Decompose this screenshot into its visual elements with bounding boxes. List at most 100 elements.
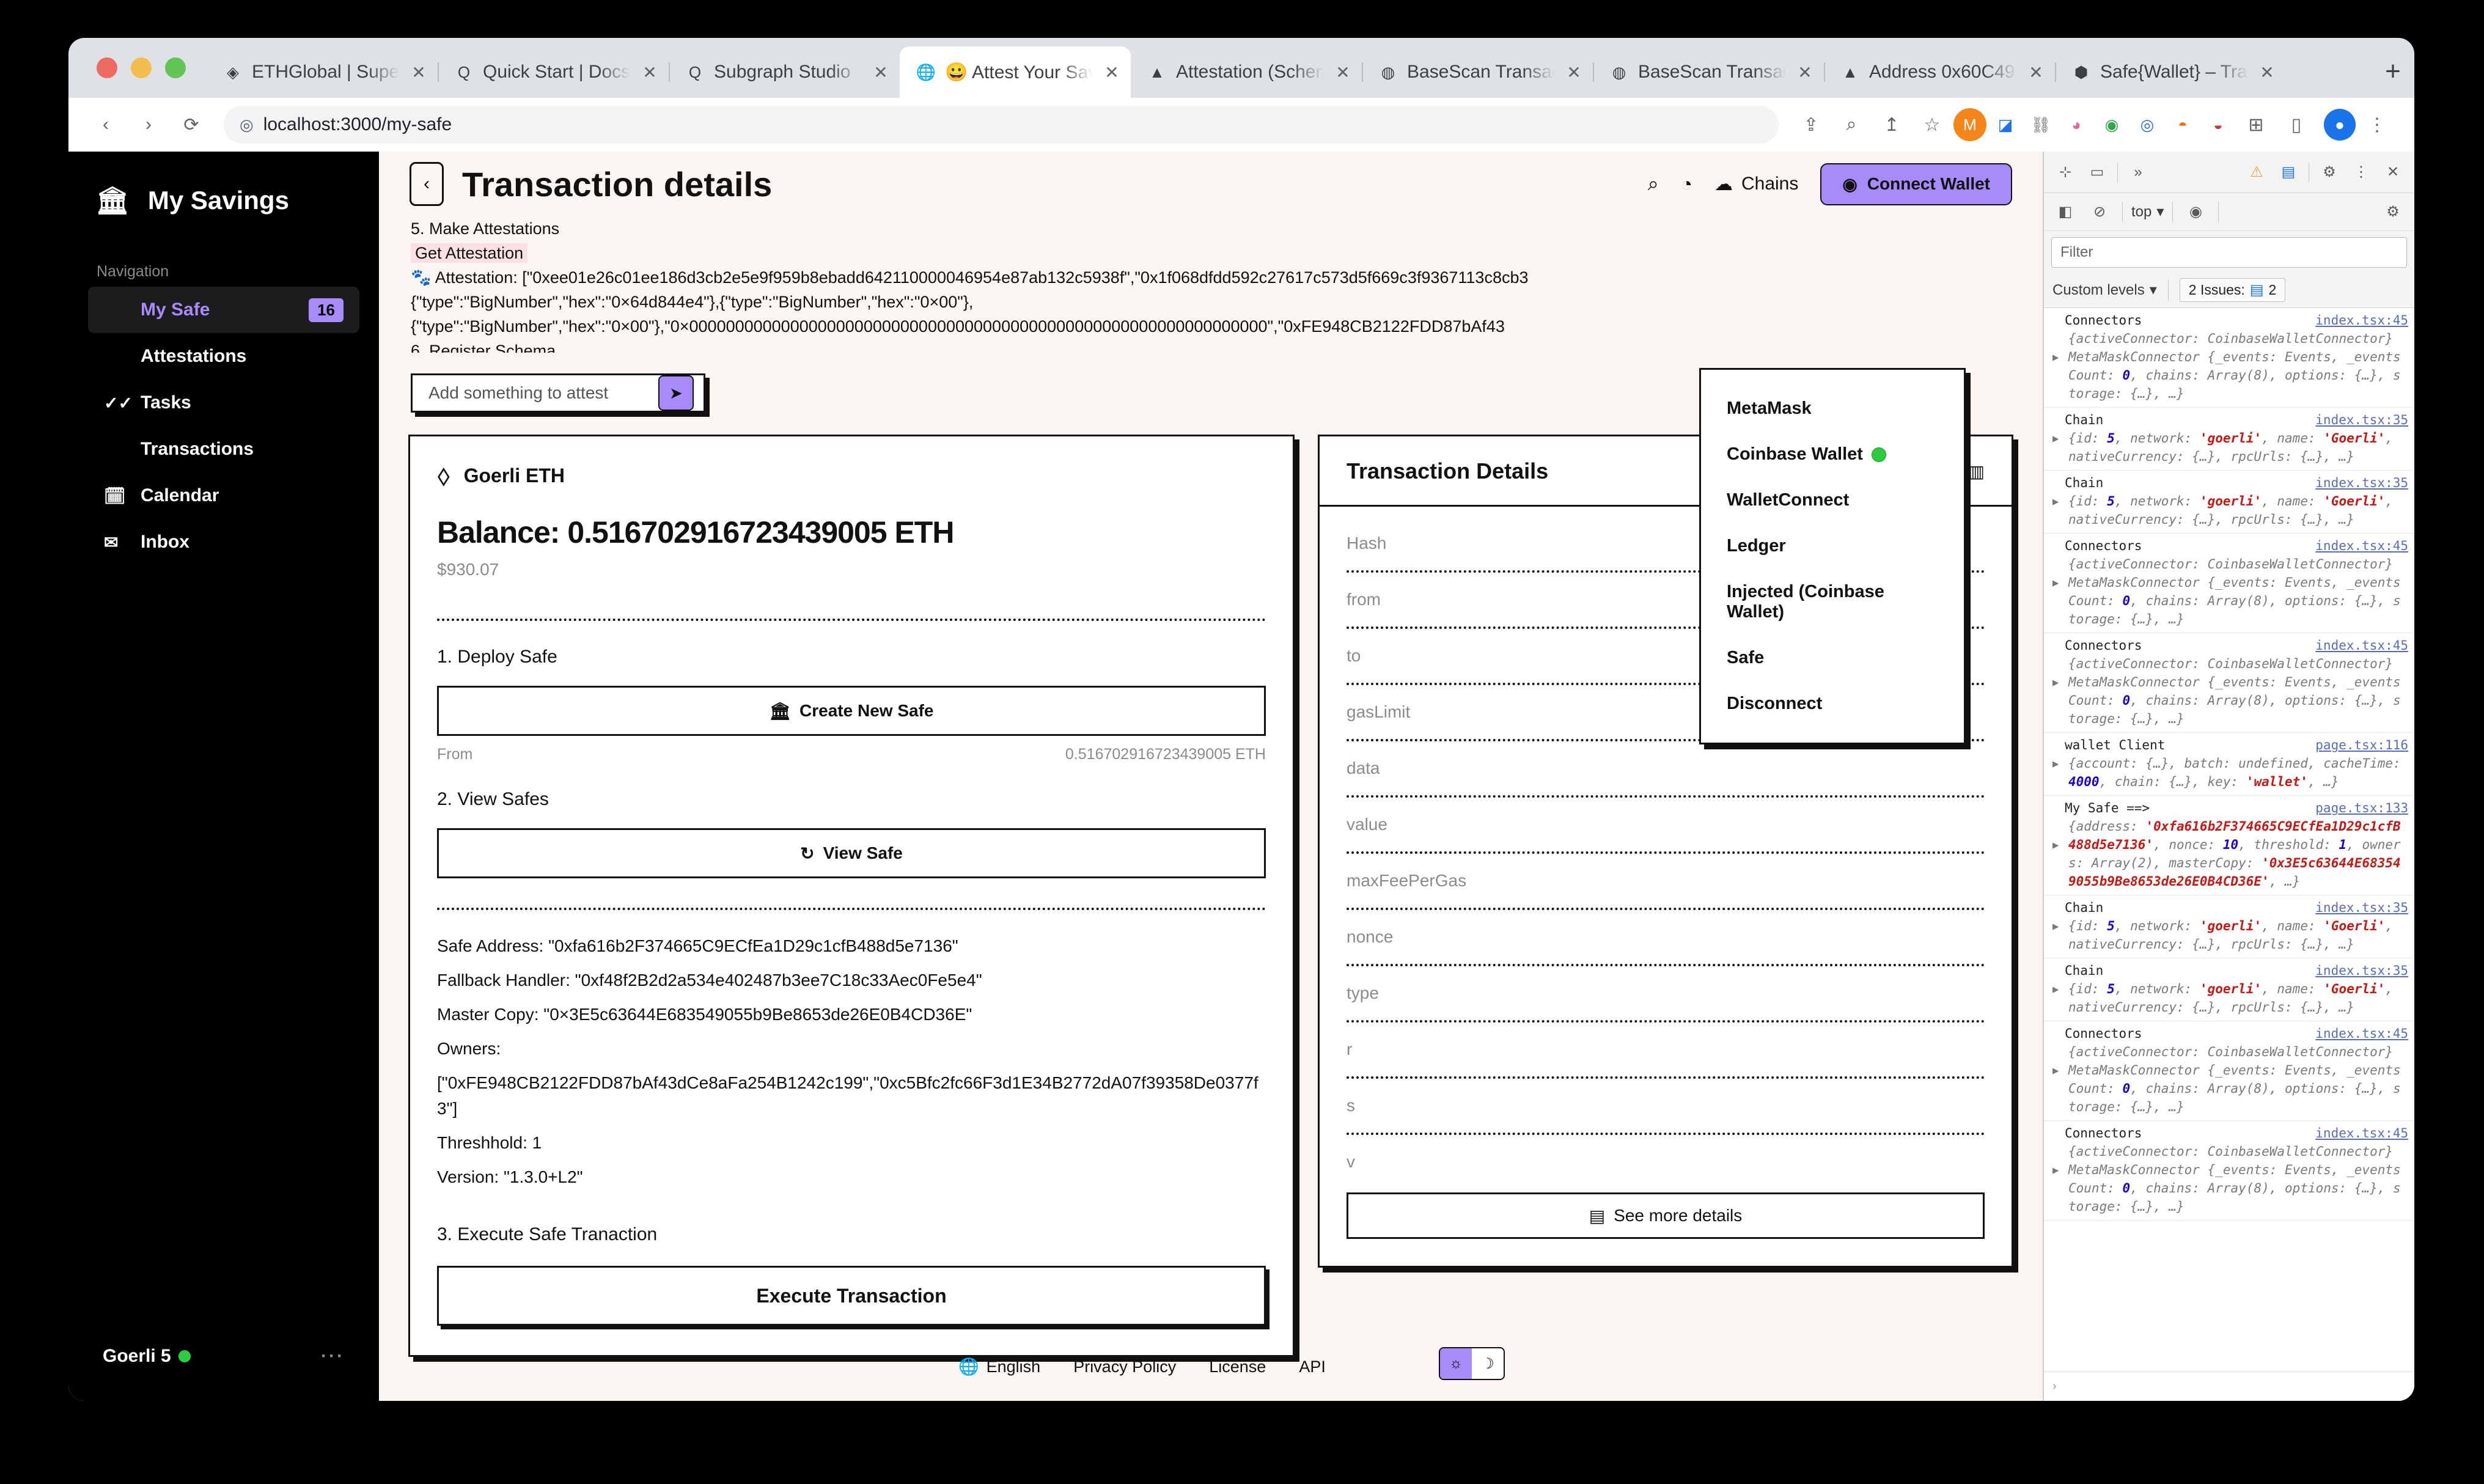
tab-close-icon[interactable]: ✕ bbox=[1795, 62, 1815, 83]
back-icon[interactable]: ‹ bbox=[87, 106, 125, 144]
new-tab-button[interactable]: + bbox=[2372, 50, 2414, 93]
extension-orange-icon[interactable]: ◓ bbox=[2166, 108, 2199, 141]
log-source-link[interactable]: index.tsx:35 bbox=[2315, 898, 2408, 917]
view-safe-button[interactable]: ↻ View Safe bbox=[437, 828, 1266, 878]
expand-arrow-icon[interactable]: ▶ bbox=[2052, 755, 2059, 773]
warning-icon[interactable]: ⚠ bbox=[2243, 158, 2271, 186]
console-log-entry[interactable]: ▶ Chain index.tsx:35 {id: 5, network: 'goer… bbox=[2044, 958, 2414, 1021]
tab-close-icon[interactable]: ✕ bbox=[2257, 62, 2277, 83]
wallet-option-injected-coinbase-wallet[interactable]: Injected (Coinbase Wallet) bbox=[1701, 569, 1964, 635]
extension-green-icon[interactable]: ◉ bbox=[2095, 108, 2128, 141]
expand-arrow-icon[interactable]: ▶ bbox=[2052, 493, 2059, 511]
issues-icon[interactable]: ▤ bbox=[2274, 158, 2302, 186]
inspect-element-icon[interactable]: ⊹ bbox=[2051, 158, 2079, 186]
create-new-safe-button[interactable]: 🏛 Create New Safe bbox=[437, 686, 1266, 736]
log-source-link[interactable]: index.tsx:45 bbox=[2315, 311, 2408, 329]
wallet-option-safe[interactable]: Safe bbox=[1701, 635, 1964, 681]
console-log-entry[interactable]: ▶ Connectors index.tsx:45 {activeConnector:… bbox=[2044, 633, 2414, 733]
bookmark-star-icon[interactable]: ☆ bbox=[1913, 106, 1951, 144]
tab-close-icon[interactable]: ✕ bbox=[639, 62, 660, 83]
issues-badge[interactable]: 2 Issues: ▤ 2 bbox=[2179, 278, 2286, 302]
close-window-button[interactable] bbox=[97, 57, 117, 78]
site-info-icon[interactable]: ◎ bbox=[240, 116, 254, 134]
attest-input[interactable] bbox=[428, 383, 658, 403]
extension-metamask-icon[interactable]: M bbox=[1953, 108, 1986, 141]
console-log-entry[interactable]: ▶ Connectors index.tsx:45 {activeConnector:… bbox=[2044, 534, 2414, 633]
log-source-link[interactable]: page.tsx:133 bbox=[2315, 799, 2408, 817]
share-icon[interactable]: ⇪ bbox=[1792, 106, 1830, 144]
sidebar-item-transactions[interactable]: Transactions bbox=[88, 426, 359, 472]
close-icon[interactable]: ✕ bbox=[2379, 158, 2407, 186]
wallet-option-metamask[interactable]: MetaMask bbox=[1701, 386, 1964, 432]
tab-close-icon[interactable]: ✕ bbox=[2026, 62, 2046, 83]
console-log-list[interactable]: ▶ Connectors index.tsx:45 {activeConnector:… bbox=[2044, 308, 2414, 1372]
log-source-link[interactable]: index.tsx:35 bbox=[2315, 474, 2408, 492]
execution-context-select[interactable]: top ▾ bbox=[2131, 203, 2164, 221]
browser-tab[interactable]: ◍ BaseScan Transaction ✕ bbox=[1362, 46, 1593, 98]
expand-arrow-icon[interactable]: ▶ bbox=[2052, 430, 2059, 448]
gear-icon[interactable]: ⚙ bbox=[2315, 158, 2343, 186]
connect-wallet-button[interactable]: ◉ Connect Wallet bbox=[1820, 163, 2012, 205]
expand-arrow-icon[interactable]: ▶ bbox=[2052, 1062, 2059, 1080]
reload-icon[interactable]: ⟳ bbox=[172, 106, 210, 144]
tab-close-icon[interactable]: ✕ bbox=[1332, 62, 1353, 83]
browser-tab[interactable]: Q Quick Start | Docs | The ✕ bbox=[438, 46, 669, 98]
extension-link-icon[interactable]: ⛓ bbox=[2024, 108, 2057, 141]
browser-tab[interactable]: Q Subgraph Studio ✕ bbox=[669, 46, 900, 98]
kebab-icon[interactable]: ⋮ bbox=[2347, 158, 2375, 186]
sidebar-toggle-icon[interactable]: ▯ bbox=[2277, 106, 2315, 144]
forward-icon[interactable]: › bbox=[130, 106, 167, 144]
console-log-entry[interactable]: ▶ Connectors index.tsx:45 {activeConnector:… bbox=[2044, 308, 2414, 408]
sidebar-more-icon[interactable]: ··· bbox=[321, 1346, 345, 1367]
chains-button[interactable]: ☁ Chains bbox=[1714, 174, 1798, 195]
zoom-icon[interactable]: ⌕ bbox=[1832, 106, 1870, 144]
browser-tab[interactable]: ▲ Address 0x60C49Dad ✕ bbox=[1824, 46, 2055, 98]
sidebar-item-inbox[interactable]: ✉ Inbox bbox=[88, 519, 359, 565]
wallet-connect-dropdown[interactable]: MetaMask Coinbase Wallet WalletConnect Ledg… bbox=[1699, 368, 1966, 744]
browser-tab[interactable]: 🌐 😀 Attest Your Savings ✕ bbox=[900, 46, 1131, 98]
device-toolbar-icon[interactable]: ▭ bbox=[2083, 158, 2111, 186]
send-attest-button[interactable]: ➤ bbox=[658, 375, 694, 411]
clear-console-icon[interactable]: ⊘ bbox=[2085, 198, 2114, 226]
tab-close-icon[interactable]: ✕ bbox=[870, 62, 891, 83]
notifications-bell-icon[interactable]: ◔ bbox=[1681, 173, 1692, 196]
expand-arrow-icon[interactable]: ▶ bbox=[2052, 836, 2059, 854]
wallet-option-walletconnect[interactable]: WalletConnect bbox=[1701, 477, 1964, 523]
address-bar[interactable]: ◎ localhost:3000/my-safe bbox=[224, 106, 1779, 144]
sidebar-item-tasks[interactable]: ✓✓ Tasks bbox=[88, 380, 359, 426]
console-log-entry[interactable]: ▶ Chain index.tsx:35 {id: 5, network: 'goer… bbox=[2044, 408, 2414, 471]
extension-chart-icon[interactable]: ◪ bbox=[1989, 108, 2022, 141]
log-source-link[interactable]: index.tsx:45 bbox=[2315, 537, 2408, 555]
console-prompt[interactable]: › bbox=[2044, 1372, 2414, 1401]
see-more-details-button[interactable]: ▤ See more details bbox=[1347, 1192, 1985, 1239]
browser-tab[interactable]: ▲ Attestation (Schema # ✕ bbox=[1131, 46, 1362, 98]
profile-avatar[interactable]: ● bbox=[2324, 109, 2356, 141]
browser-menu-icon[interactable]: ⋮ bbox=[2358, 106, 2396, 144]
wallet-option-coinbase-wallet[interactable]: Coinbase Wallet bbox=[1701, 432, 1964, 477]
api-link[interactable]: API bbox=[1299, 1357, 1326, 1376]
tab-close-icon[interactable]: ✕ bbox=[408, 62, 429, 83]
expand-arrow-icon[interactable]: ▶ bbox=[2052, 674, 2059, 692]
console-log-entry[interactable]: ▶ Chain index.tsx:35 {id: 5, network: 'goer… bbox=[2044, 471, 2414, 534]
expand-arrow-icon[interactable]: ▶ bbox=[2052, 980, 2059, 999]
log-source-link[interactable]: index.tsx:35 bbox=[2315, 411, 2408, 429]
browser-tab[interactable]: ⬢ Safe{Wallet} – Transac ✕ bbox=[2055, 46, 2286, 98]
wallet-option-ledger[interactable]: Ledger bbox=[1701, 523, 1964, 569]
upload-icon[interactable]: ↥ bbox=[1873, 106, 1911, 144]
expand-arrow-icon[interactable]: ▶ bbox=[2052, 917, 2059, 936]
light-theme-icon[interactable]: ☼ bbox=[1440, 1348, 1472, 1379]
live-expression-eye-icon[interactable]: ◉ bbox=[2181, 198, 2210, 226]
wallet-option-disconnect[interactable]: Disconnect bbox=[1701, 681, 1964, 727]
tab-close-icon[interactable]: ✕ bbox=[1564, 62, 1584, 83]
log-source-link[interactable]: index.tsx:45 bbox=[2315, 1024, 2408, 1043]
console-sidebar-icon[interactable]: ◧ bbox=[2051, 198, 2079, 226]
console-log-entry[interactable]: ▶ Connectors index.tsx:45 {activeConnector:… bbox=[2044, 1121, 2414, 1221]
log-source-link[interactable]: page.tsx:116 bbox=[2315, 736, 2408, 754]
back-button[interactable]: ‹ bbox=[410, 162, 444, 206]
expand-arrow-icon[interactable]: ▶ bbox=[2052, 574, 2059, 592]
extension-blue-icon[interactable]: ◎ bbox=[2131, 108, 2164, 141]
custom-levels-select[interactable]: Custom levels ▾ bbox=[2052, 281, 2157, 299]
maximize-window-button[interactable] bbox=[165, 57, 186, 78]
theme-toggle[interactable]: ☼ ☽ bbox=[1439, 1347, 1505, 1380]
sidebar-item-calendar[interactable]: 🗓 Calendar bbox=[88, 472, 359, 519]
